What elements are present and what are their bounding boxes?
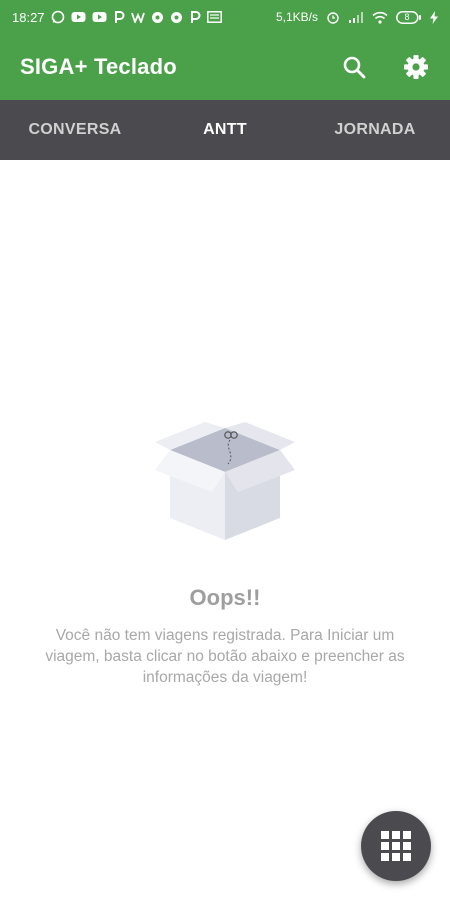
p-icon [113, 10, 125, 24]
network-speed: 5,1KB/s [275, 10, 318, 24]
game-icon [151, 11, 164, 24]
tab-conversa[interactable]: CONVERSA [0, 100, 150, 160]
empty-box-illustration [155, 422, 295, 540]
w-icon [130, 11, 145, 23]
game-icon [170, 11, 183, 24]
empty-state-title: Oops!! [189, 585, 261, 610]
settings-button[interactable] [402, 53, 430, 81]
app-actions [340, 53, 430, 81]
signal-icon [348, 11, 364, 23]
youtube-icon [92, 11, 107, 23]
news-icon [206, 11, 222, 23]
search-icon [343, 56, 366, 79]
tab-bar: CONVERSA ANTT JORNADA [0, 100, 450, 160]
search-button[interactable] [340, 53, 368, 81]
status-time: 18:27 [12, 9, 45, 25]
grid-keypad-icon [381, 831, 411, 861]
tab-jornada[interactable]: JORNADA [300, 100, 450, 160]
settings-icon [404, 55, 428, 79]
battery-icon: 8 [396, 10, 422, 24]
tab-antt[interactable]: ANTT [150, 100, 300, 160]
battery-level: 8 [404, 11, 410, 22]
wifi-icon [372, 11, 388, 24]
keypad-fab-button[interactable] [361, 811, 431, 881]
app-title: SIGA+ Teclado [20, 54, 177, 79]
p-icon [189, 10, 201, 24]
status-bar: 18:27 5,1KB/s 8 [0, 0, 450, 34]
status-left: 18:27 [12, 10, 222, 25]
app-bar: SIGA+ Teclado [0, 34, 450, 100]
status-right: 5,1KB/s 8 [276, 10, 438, 24]
alarm-icon [326, 10, 340, 24]
youtube-icon [71, 11, 86, 23]
whatsapp-icon [51, 10, 65, 24]
empty-state-message: Você não tem viagens registrada. Para In… [45, 627, 405, 686]
charging-icon [430, 10, 438, 24]
